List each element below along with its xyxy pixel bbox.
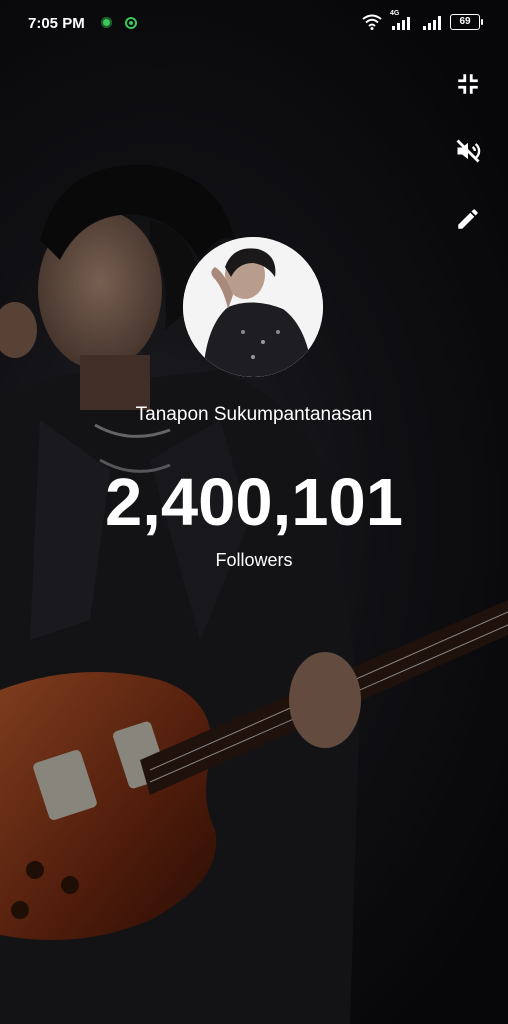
app-notification-icon bbox=[101, 17, 112, 28]
signal-4g-icon: 4G bbox=[390, 10, 414, 30]
collapse-icon bbox=[458, 74, 478, 94]
volume-off-icon bbox=[456, 139, 481, 163]
battery-icon: 69 bbox=[450, 14, 483, 30]
follower-count: 2,400,101 bbox=[104, 465, 404, 540]
status-time: 7:05 PM bbox=[28, 15, 85, 32]
record-notification-icon bbox=[125, 17, 137, 29]
edit-button[interactable] bbox=[452, 203, 484, 235]
status-bar: 7:05 PM 4G 69 bbox=[0, 0, 508, 48]
wifi-icon bbox=[362, 14, 382, 30]
pencil-icon bbox=[458, 209, 478, 229]
mute-button[interactable] bbox=[452, 135, 484, 167]
signal-icon bbox=[423, 16, 441, 30]
profile-name: Tanapon Sukumpantanasan bbox=[135, 404, 373, 425]
profile-avatar[interactable] bbox=[183, 237, 323, 377]
followers-label: Followers bbox=[215, 550, 293, 570]
collapse-button[interactable] bbox=[452, 68, 484, 100]
